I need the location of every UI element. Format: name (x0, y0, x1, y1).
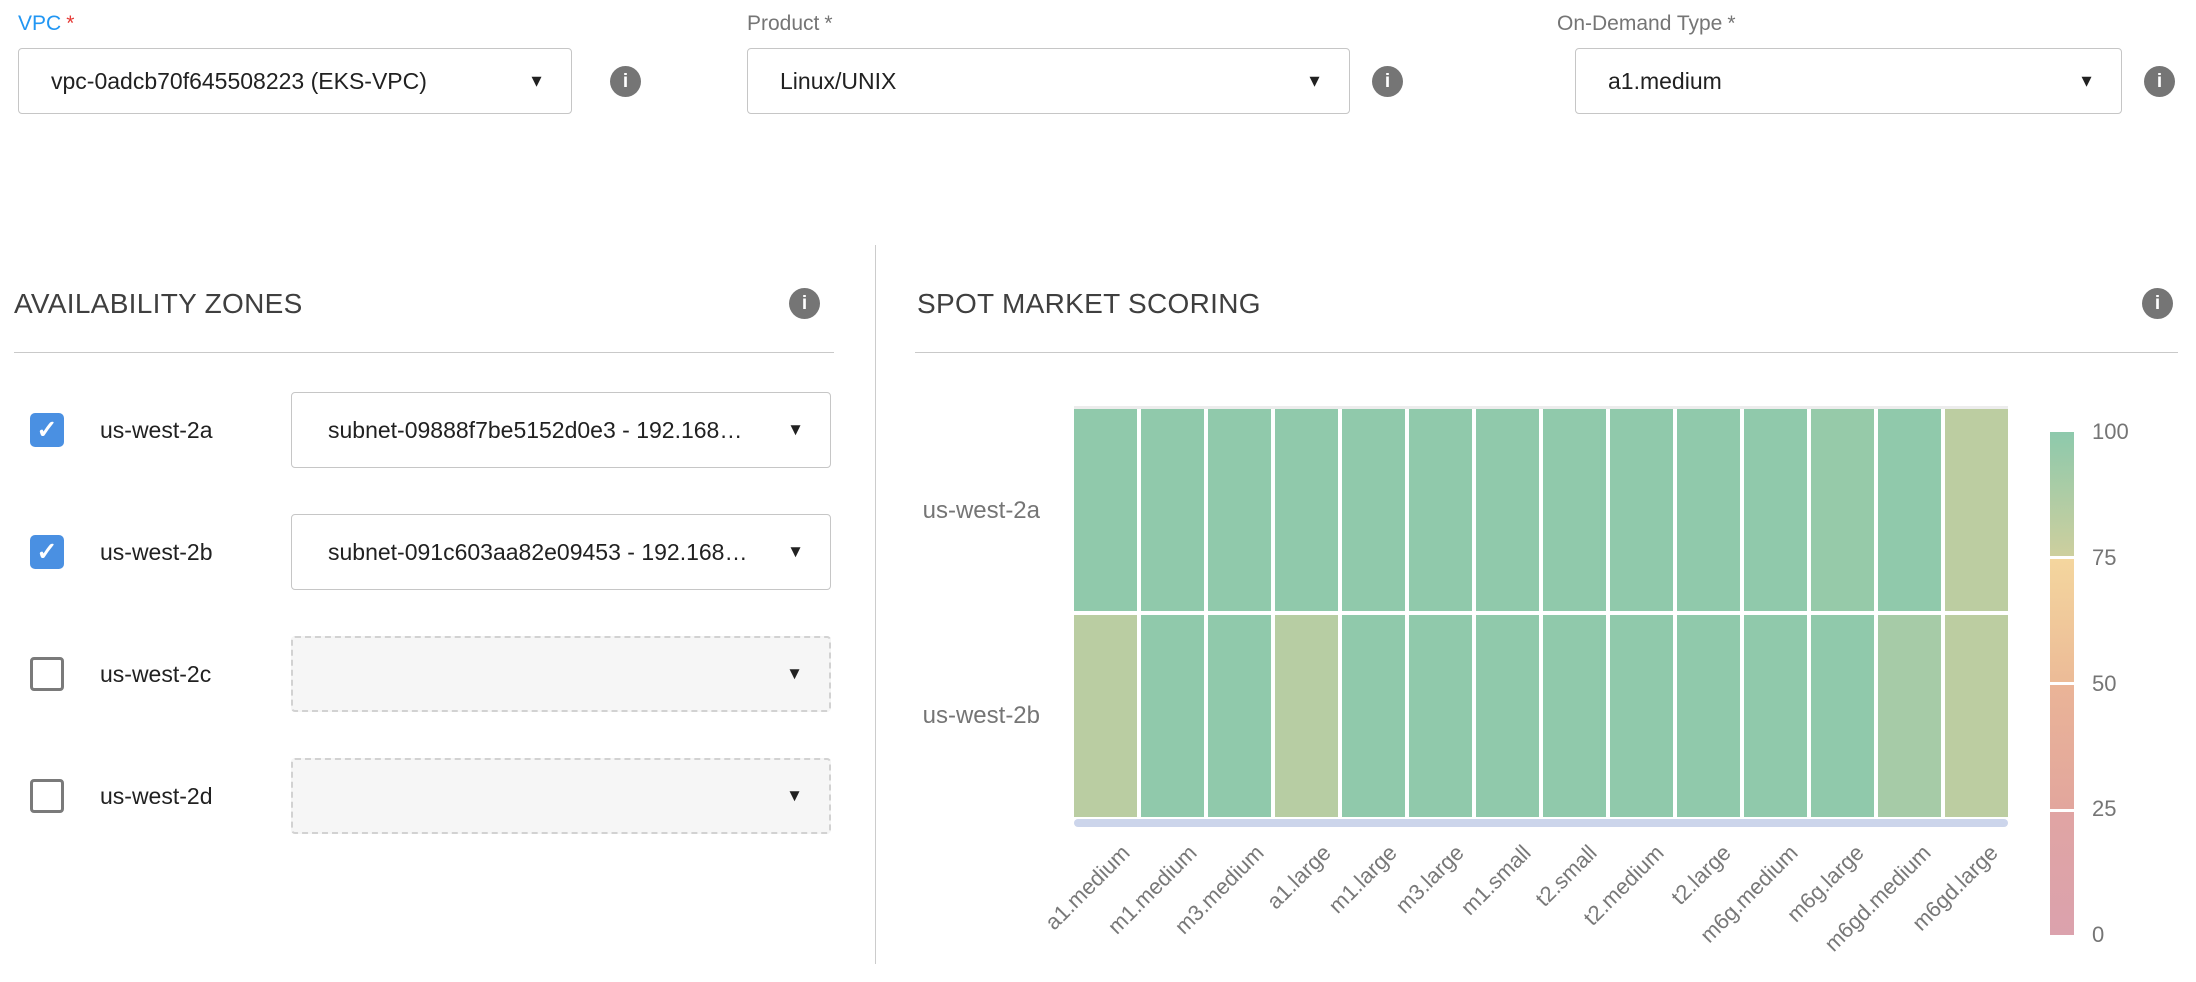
heatmap-colorbar (2050, 432, 2074, 935)
heatmap-cell-us-west-2a-m6gd.large[interactable] (1945, 409, 2008, 611)
heatmap-cell-us-west-2a-t2.medium[interactable] (1610, 409, 1673, 611)
panel-divider (875, 245, 876, 964)
chevron-down-icon: ▼ (786, 664, 803, 684)
az-subnet-value: subnet-091c603aa82e09453 - 192.168… (328, 539, 747, 566)
colorbar-tick-75: 75 (2092, 545, 2172, 571)
az-zone-label: us-west-2a (100, 392, 212, 468)
on-demand-type-label-text: On-Demand Type (1557, 12, 1722, 35)
heatmap-cell-us-west-2a-t2.small[interactable] (1543, 409, 1606, 611)
on-demand-type-label: On-Demand Type* (1557, 12, 1736, 36)
spot-market-scoring-divider (915, 352, 2178, 353)
chevron-down-icon: ▼ (2078, 73, 2095, 90)
heatmap-cell-us-west-2b-m6gd.large[interactable] (1945, 615, 2008, 817)
heatmap-cell-us-west-2b-m1.small[interactable] (1476, 615, 1539, 817)
chevron-down-icon: ▼ (786, 786, 803, 806)
vpc-required-asterisk: * (66, 12, 74, 35)
product-info-icon[interactable]: i (1372, 66, 1403, 97)
availability-zones-divider (14, 352, 834, 353)
heatmap-scrollbar[interactable] (1074, 819, 2008, 827)
heatmap-cell-us-west-2a-a1.medium[interactable] (1074, 409, 1137, 611)
availability-zones-info-icon[interactable]: i (789, 288, 820, 319)
heatmap-cell-us-west-2b-t2.small[interactable] (1543, 615, 1606, 817)
on-demand-type-select[interactable]: a1.medium ▼ (1575, 48, 2122, 114)
on-demand-type-info-icon[interactable]: i (2144, 66, 2175, 97)
heatmap-row-us-west-2b (1074, 615, 2008, 817)
product-select-value: Linux/UNIX (780, 68, 896, 95)
az-checkbox-us-west-2c[interactable] (30, 657, 64, 691)
colorbar-segment-25-0 (2050, 812, 2074, 936)
az-checkbox-us-west-2b[interactable]: ✓ (30, 535, 64, 569)
heatmap-cell-us-west-2b-m6g.large[interactable] (1811, 615, 1874, 817)
heatmap-cell-us-west-2a-m6g.medium[interactable] (1744, 409, 1807, 611)
colorbar-segment-50-25 (2050, 685, 2074, 809)
heatmap-cell-us-west-2a-m6gd.medium[interactable] (1878, 409, 1941, 611)
colorbar-segment-75-50 (2050, 559, 2074, 683)
heatmap-cell-us-west-2b-m6gd.medium[interactable] (1878, 615, 1941, 817)
heatmap-cell-us-west-2a-m1.medium[interactable] (1141, 409, 1204, 611)
heatmap-row-us-west-2a (1074, 409, 2008, 611)
heatmap-cell-us-west-2a-a1.large[interactable] (1275, 409, 1338, 611)
chevron-down-icon: ▼ (787, 542, 804, 562)
heatmap-y-label-us-west-2a: us-west-2a (900, 497, 1040, 525)
az-subnet-select-us-west-2c[interactable]: ▼ (291, 636, 831, 712)
availability-zones-title: AVAILABILITY ZONES (14, 288, 303, 320)
az-row-us-west-2a: ✓ us-west-2a subnet-09888f7be5152d0e3 - 19… (0, 392, 875, 468)
chevron-down-icon: ▼ (528, 73, 545, 90)
az-checkbox-us-west-2a[interactable]: ✓ (30, 413, 64, 447)
vpc-label-text: VPC (18, 12, 61, 35)
heatmap-cell-us-west-2b-m1.medium[interactable] (1141, 615, 1204, 817)
heatmap-cell-us-west-2b-a1.large[interactable] (1275, 615, 1338, 817)
product-label: Product* (747, 12, 833, 36)
az-row-us-west-2d: us-west-2d ▼ (0, 758, 875, 834)
heatmap-cell-us-west-2b-t2.medium[interactable] (1610, 615, 1673, 817)
vpc-select-value: vpc-0adcb70f645508223 (EKS-VPC) (51, 68, 427, 95)
heatmap-cell-us-west-2a-m3.large[interactable] (1409, 409, 1472, 611)
az-checkbox-us-west-2d[interactable] (30, 779, 64, 813)
chevron-down-icon: ▼ (1306, 73, 1323, 90)
vpc-info-icon[interactable]: i (610, 66, 641, 97)
colorbar-tick-0: 0 (2092, 922, 2172, 948)
vpc-select[interactable]: vpc-0adcb70f645508223 (EKS-VPC) ▼ (18, 48, 572, 114)
heatmap-y-label-us-west-2b: us-west-2b (900, 702, 1040, 730)
heatmap-cell-us-west-2a-t2.large[interactable] (1677, 409, 1740, 611)
colorbar-tick-50: 50 (2092, 671, 2172, 697)
az-row-us-west-2c: us-west-2c ▼ (0, 636, 875, 712)
spot-market-scoring-title: SPOT MARKET SCORING (917, 288, 1261, 320)
product-label-text: Product (747, 12, 819, 35)
az-subnet-select-us-west-2a[interactable]: subnet-09888f7be5152d0e3 - 192.168… ▼ (291, 392, 831, 468)
heatmap-cell-us-west-2a-m1.small[interactable] (1476, 409, 1539, 611)
colorbar-segment-100-75 (2050, 432, 2074, 556)
heatmap-cell-us-west-2b-m3.large[interactable] (1409, 615, 1472, 817)
az-zone-label: us-west-2d (100, 758, 212, 834)
spot-market-scoring-info-icon[interactable]: i (2142, 288, 2173, 319)
heatmap-cell-us-west-2b-a1.medium[interactable] (1074, 615, 1137, 817)
az-zone-label: us-west-2c (100, 636, 211, 712)
product-required-asterisk: * (824, 12, 832, 35)
heatmap-cell-us-west-2a-m1.large[interactable] (1342, 409, 1405, 611)
az-subnet-select-us-west-2b[interactable]: subnet-091c603aa82e09453 - 192.168… ▼ (291, 514, 831, 590)
spot-market-heatmap (1074, 406, 2008, 817)
colorbar-tick-100: 100 (2092, 419, 2172, 445)
vpc-label: VPC* (18, 12, 74, 36)
az-subnet-select-us-west-2d[interactable]: ▼ (291, 758, 831, 834)
heatmap-cell-us-west-2b-m6g.medium[interactable] (1744, 615, 1807, 817)
chevron-down-icon: ▼ (787, 420, 804, 440)
heatmap-cell-us-west-2a-m3.medium[interactable] (1208, 409, 1271, 611)
colorbar-tick-25: 25 (2092, 796, 2172, 822)
heatmap-cell-us-west-2a-m6g.large[interactable] (1811, 409, 1874, 611)
heatmap-cell-us-west-2b-m3.medium[interactable] (1208, 615, 1271, 817)
product-select[interactable]: Linux/UNIX ▼ (747, 48, 1350, 114)
az-row-us-west-2b: ✓ us-west-2b subnet-091c603aa82e09453 - 19… (0, 514, 875, 590)
az-subnet-value: subnet-09888f7be5152d0e3 - 192.168… (328, 417, 742, 444)
az-zone-label: us-west-2b (100, 514, 212, 590)
heatmap-cell-us-west-2b-m1.large[interactable] (1342, 615, 1405, 817)
on-demand-type-select-value: a1.medium (1608, 68, 1722, 95)
heatmap-cell-us-west-2b-t2.large[interactable] (1677, 615, 1740, 817)
on-demand-type-required-asterisk: * (1727, 12, 1735, 35)
